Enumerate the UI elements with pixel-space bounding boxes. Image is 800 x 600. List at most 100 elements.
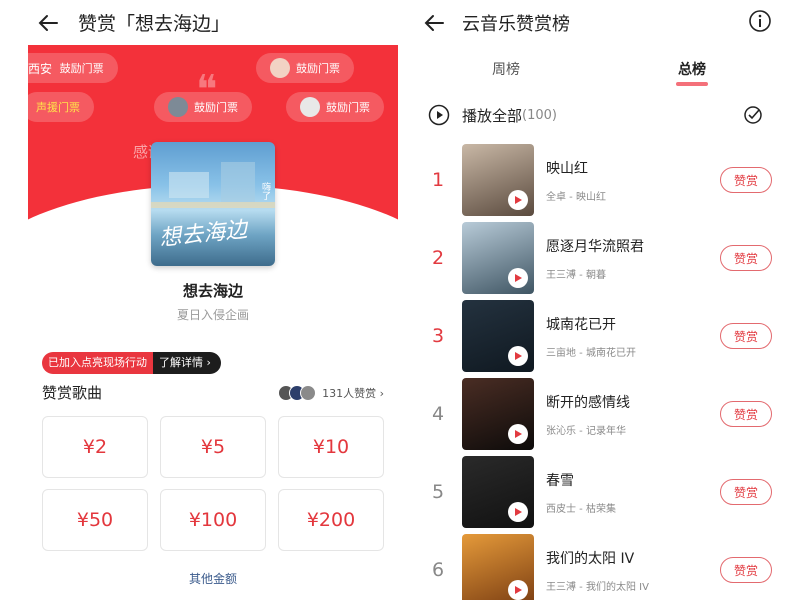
active-tab-indicator — [676, 82, 708, 86]
song-row[interactable]: 4 断开的感情线 张沁乐 - 记录年华 赞赏 — [414, 378, 780, 450]
campaign-pill[interactable]: 已加入点亮现场行动 了解详情 › — [42, 352, 221, 374]
chip-action: 鼓励门票 — [296, 62, 340, 75]
page-title: 云音乐赞赏榜 — [462, 13, 570, 35]
album-cover[interactable]: 想去海边 嗨了 — [151, 142, 275, 266]
info-icon[interactable] — [748, 9, 772, 33]
song-thumbnail[interactable] — [462, 378, 534, 450]
song-row[interactable]: 6 我们的太阳 IV 王三溥 - 我们的太阳 IV 赞赏 — [414, 534, 780, 600]
supporters-count: 131人赞赏 › — [322, 386, 384, 400]
campaign-link[interactable]: 了解详情 › — [153, 352, 221, 374]
supporter-chip[interactable]: 鼓励门票 — [256, 53, 354, 83]
song-meta: 春雪西皮士 - 枯荣集 — [546, 470, 720, 515]
amount-grid: ¥2 ¥5 ¥10 ¥50 ¥100 ¥200 — [42, 416, 384, 551]
song-title: 城南花已开 — [546, 316, 616, 333]
chip-action: 鼓励门票 — [59, 62, 104, 75]
page-title: 赞赏「想去海边」 — [78, 13, 231, 35]
rank-number: 1 — [431, 169, 445, 191]
avatar — [270, 58, 290, 78]
song-title: 断开的感情线 — [546, 394, 630, 411]
song-meta: 我们的太阳 IV 王三溥 - 我们的太阳 IV — [546, 548, 720, 593]
play-all-label: 播放全部 — [462, 106, 523, 125]
song-subtitle: 西皮士 - 枯荣集 — [546, 503, 616, 515]
cover-side-text: 嗨了 — [260, 182, 270, 200]
avatar — [300, 97, 320, 117]
rank-number: 6 — [431, 559, 445, 581]
play-icon[interactable] — [508, 502, 528, 522]
song-subtitle: 王三溥 - 我们的太阳 IV — [546, 581, 649, 593]
tip-button[interactable]: 赞赏 — [720, 167, 772, 193]
back-arrow-icon[interactable] — [414, 3, 454, 43]
supporter-chip[interactable]: 声援门票 — [28, 92, 94, 122]
supporters-link[interactable]: 131人赞赏 › — [278, 384, 384, 401]
tip-button[interactable]: 赞赏 — [720, 557, 772, 583]
tip-button[interactable]: 赞赏 — [720, 401, 772, 427]
song-thumbnail[interactable] — [462, 222, 534, 294]
song-thumbnail[interactable] — [462, 300, 534, 372]
song-meta: 愿逐月华流照君王三溥 - 朝暮 — [546, 236, 720, 281]
chip-action: 声援门票 — [36, 101, 80, 114]
song-thumbnail[interactable] — [462, 144, 534, 216]
song-thumbnail[interactable] — [462, 534, 534, 600]
chart-tabs: 周榜 总榜 — [414, 45, 780, 90]
song-title: 映山红 — [546, 160, 588, 177]
chip-action: 鼓励门票 — [326, 101, 370, 114]
tip-song-screen: 赞赏「想去海边」 ❝ 西安 鼓励门票 鼓励门票 声援门票 鼓励门票 鼓励门票 感… — [28, 0, 398, 600]
song-row[interactable]: 5 春雪 西皮士 - 枯荣集 赞赏 — [414, 456, 780, 528]
song-subtitle: 王三溥 - 朝暮 — [546, 269, 606, 281]
chip-name: 西安 — [28, 61, 53, 76]
supporter-chip[interactable]: 鼓励门票 — [154, 92, 252, 122]
play-icon[interactable] — [508, 190, 528, 210]
tab-weekly[interactable]: 周榜 — [492, 59, 520, 79]
amount-button[interactable]: ¥5 — [160, 416, 266, 478]
rank-number: 4 — [431, 403, 445, 425]
tip-button[interactable]: 赞赏 — [720, 245, 772, 271]
play-icon[interactable] — [508, 424, 528, 444]
play-all-count: (100) — [522, 107, 557, 123]
song-meta: 映山红全卓 - 映山红 — [546, 158, 720, 203]
song-thumbnail[interactable] — [462, 456, 534, 528]
play-icon[interactable] — [508, 580, 528, 600]
song-subtitle: 张沁乐 - 记录年华 — [546, 425, 626, 437]
song-meta: 断开的感情线张沁乐 - 记录年华 — [546, 392, 720, 437]
tip-section-header: 赞赏歌曲 131人赞赏 › — [42, 382, 384, 403]
rank-number: 2 — [431, 247, 445, 269]
avatar — [168, 97, 188, 117]
rank-number: 3 — [431, 325, 445, 347]
other-amount-link[interactable]: 其他金额 — [28, 570, 398, 587]
song-row[interactable]: 1 映山红 全卓 - 映山红 赞赏 — [414, 144, 780, 216]
back-arrow-icon[interactable] — [28, 3, 68, 43]
header: 赞赏「想去海边」 — [28, 0, 398, 45]
multi-select-icon[interactable] — [742, 104, 764, 126]
campaign-tag: 已加入点亮现场行动 — [42, 352, 153, 374]
song-title: 想去海边 — [182, 282, 243, 300]
supporter-chip[interactable]: 鼓励门票 — [286, 92, 384, 122]
amount-button[interactable]: ¥100 — [160, 489, 266, 551]
tip-button[interactable]: 赞赏 — [720, 479, 772, 505]
section-title: 赞赏歌曲 — [42, 384, 103, 402]
tip-button[interactable]: 赞赏 — [720, 323, 772, 349]
play-icon[interactable] — [508, 346, 528, 366]
play-all-row[interactable]: 播放全部 (100) — [414, 90, 780, 140]
song-title: 我们的太阳 IV — [546, 550, 635, 567]
play-icon[interactable] — [508, 268, 528, 288]
amount-button[interactable]: ¥200 — [278, 489, 384, 551]
song-artist[interactable]: 夏日入侵企画 — [28, 306, 398, 323]
tip-chart-screen: 云音乐赞赏榜 周榜 总榜 播放全部 (100) 1 映山红 全卓 - 映山红 赞赏 2 愿… — [414, 0, 780, 600]
song-row[interactable]: 3 城南花已开 三亩地 - 城南花已开 赞赏 — [414, 300, 780, 372]
song-meta: 城南花已开三亩地 - 城南花已开 — [546, 314, 720, 359]
song-title: 春雪 — [546, 472, 574, 489]
chip-action: 鼓励门票 — [194, 101, 238, 114]
amount-button[interactable]: ¥10 — [278, 416, 384, 478]
tab-all-time[interactable]: 总榜 — [678, 59, 706, 79]
song-subtitle: 全卓 - 映山红 — [546, 191, 606, 203]
song-row[interactable]: 2 愿逐月华流照君 王三溥 - 朝暮 赞赏 — [414, 222, 780, 294]
header: 云音乐赞赏榜 — [414, 0, 780, 45]
song-title: 愿逐月华流照君 — [546, 238, 644, 255]
song-subtitle: 三亩地 - 城南花已开 — [546, 347, 636, 359]
amount-button[interactable]: ¥50 — [42, 489, 148, 551]
amount-button[interactable]: ¥2 — [42, 416, 148, 478]
avatar — [300, 384, 317, 401]
play-circle-icon[interactable] — [428, 104, 450, 126]
supporter-chip[interactable]: 西安 鼓励门票 — [28, 53, 118, 83]
rank-number: 5 — [431, 481, 445, 503]
